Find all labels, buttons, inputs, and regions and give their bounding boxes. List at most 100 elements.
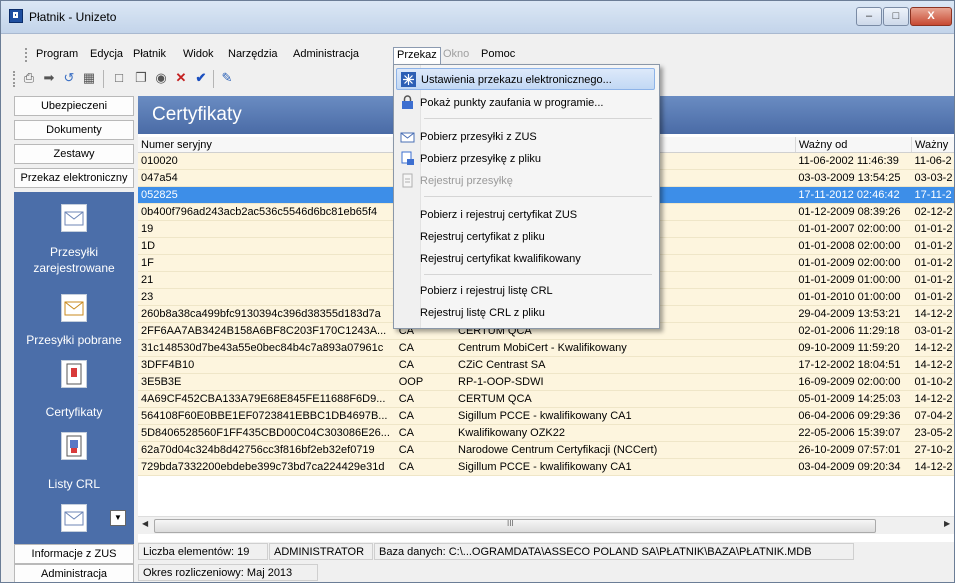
menu-platnik[interactable]: Płatnik (131, 48, 168, 60)
menu-administracja[interactable]: Administracja (291, 48, 361, 60)
column-header-wazny-od[interactable]: Ważny od (795, 137, 913, 153)
menu-item-rejestruj-certyfikat-kwalifikowany[interactable]: Rejestruj certyfikat kwalifikowany (396, 248, 655, 270)
menu-item-pobierz-przesylke-z-pliku[interactable]: Pobierz przesyłkę z pliku (396, 148, 655, 170)
menu-okno[interactable]: Okno (441, 48, 471, 60)
nav-zestawy-button[interactable]: Zestawy (14, 144, 134, 164)
nav-item-certyfikaty[interactable]: Certyfikaty (14, 404, 134, 420)
menu-item-ustawienia-przekazu[interactable]: Ustawienia przekazu elektronicznego... (396, 68, 655, 90)
menu-separator (424, 196, 652, 197)
table-cell-type: CA (395, 441, 455, 459)
menu-item-rejestruj-przesylke[interactable]: Rejestruj przesyłkę (396, 170, 655, 192)
downloaded-shipments-icon[interactable] (61, 294, 87, 322)
menu-item-pobierz-i-rejestruj-certyfikat-zus[interactable]: Pobierz i rejestruj certyfikat ZUS (396, 204, 655, 226)
table-cell-valid-from: 02-01-2006 11:29:18 (795, 322, 912, 340)
table-cell-valid-to: 23-05-2 (911, 424, 954, 442)
table-cell-valid-from: 16-09-2009 02:00:00 (795, 373, 912, 391)
close-button[interactable]: X (910, 7, 952, 26)
column-header-numer-seryjny[interactable]: Numer seryjny (138, 137, 397, 153)
export-icon[interactable]: ➡ (41, 70, 57, 86)
table-cell-serial: 729bda7332200ebdebe399c73bd7ca224429e31d (138, 458, 396, 476)
status-database: Baza danych: C:\...OGRAMDATA\ASSECO POLA… (374, 543, 854, 560)
nav-item-przesylki-zarejestrowane[interactable]: Przesyłki zarejestrowane (14, 244, 134, 276)
table-cell-name: CZiC Centrast SA (455, 356, 796, 374)
nav-ubezpieczeni-button[interactable]: Ubezpieczeni (14, 96, 134, 116)
table-cell-valid-from: 09-10-2009 11:59:20 (795, 339, 912, 357)
table-cell-name: Sigillum PCCE - kwalifikowany CA1 (455, 407, 796, 425)
menu-item-pobierz-przesylki-z-zus[interactable]: Pobierz przesyłki z ZUS (396, 126, 655, 148)
new-icon[interactable]: □ (111, 70, 127, 86)
menu-edycja[interactable]: Edycja (88, 48, 125, 60)
nav-item-listy-crl[interactable]: Listy CRL (14, 476, 134, 492)
table-cell-valid-to: 07-04-2 (911, 407, 954, 425)
scroll-left-arrow-icon[interactable]: ◀ (142, 519, 148, 528)
table-cell-valid-to: 14-12-2 (911, 390, 954, 408)
title-bar[interactable]: Płatnik - Unizeto – □ X (1, 1, 954, 34)
table-row[interactable]: 5D8406528560F1FF435CBD00C04C303086E26...… (138, 424, 954, 442)
menu-item-rejestruj-certyfikat-z-pliku[interactable]: Rejestruj certyfikat z pliku (396, 226, 655, 248)
nav-informacje-z-zus-button[interactable]: Informacje z ZUS (14, 544, 134, 564)
table-cell-type: CA (395, 339, 455, 357)
table-cell-valid-from: 01-12-2009 08:39:26 (795, 203, 912, 221)
table-row[interactable]: 62a70d04c324b8d42756cc3f816bf2eb32ef0719… (138, 441, 954, 459)
table-cell-valid-from: 06-04-2006 09:29:36 (795, 407, 912, 425)
import-icon[interactable]: ↺ (61, 70, 77, 86)
table-row[interactable]: 3E5B3E OOP RP-1-OOP-SDWI 16-09-2009 02:00:0… (138, 373, 954, 391)
table-cell-serial: 3E5B3E (138, 373, 396, 391)
table-row[interactable]: 4A69CF452CBA133A79E68E845FE11688F6D9... C… (138, 390, 954, 408)
table-cell-valid-from: 01-01-2007 02:00:00 (795, 220, 912, 238)
menu-przekaz[interactable]: Przekaz (393, 47, 441, 65)
status-user: ADMINISTRATOR (269, 543, 373, 560)
maximize-button[interactable]: □ (883, 7, 909, 26)
menu-item-pobierz-i-rejestruj-liste-crl[interactable]: Pobierz i rejestruj listę CRL (396, 280, 655, 302)
nav-item-przesylki-pobrane[interactable]: Przesyłki pobrane (14, 332, 134, 348)
print-icon[interactable]: ⎙ (21, 70, 37, 86)
menu-item-pokaz-punkty-zaufania[interactable]: Pokaż punkty zaufania w programie... (396, 92, 655, 114)
outgoing-shipment-icon[interactable] (61, 504, 87, 532)
table-cell-name: Kwalifikowany OZK22 (455, 424, 796, 442)
registered-shipments-icon[interactable] (61, 204, 87, 232)
edit-icon[interactable]: ✎ (219, 70, 235, 86)
menu-item-rejestruj-liste-crl-z-pliku[interactable]: Rejestruj listę CRL z pliku (396, 302, 655, 324)
horizontal-scrollbar[interactable]: ◀ III ▶ (138, 516, 954, 534)
check-icon[interactable]: ✔ (193, 70, 209, 86)
table-cell-serial: 4A69CF452CBA133A79E68E845FE11688F6D9... (138, 390, 396, 408)
table-cell-serial: 3DFF4B10 (138, 356, 396, 374)
table-row[interactable]: 564108F60E0BBE1EF0723841EBBC1DB4697B... C… (138, 407, 954, 425)
nav-dokumenty-button[interactable]: Dokumenty (14, 120, 134, 140)
status-bar: Liczba elementów: 19 ADMINISTRATOR Baza … (138, 542, 954, 562)
toolbar-separator (213, 70, 214, 88)
menu-widok[interactable]: Widok (181, 48, 216, 60)
scroll-right-arrow-icon[interactable]: ▶ (944, 519, 950, 528)
nav-administracja-button[interactable]: Administracja (14, 564, 134, 582)
lock-icon (402, 95, 413, 109)
platnik-app-icon (9, 9, 23, 23)
toolbar-grip (13, 71, 18, 87)
delete-icon[interactable]: ✕ (173, 70, 189, 86)
view-icon[interactable]: ◉ (153, 70, 169, 86)
nav-scroll-down-button[interactable]: ▼ (110, 510, 126, 526)
minimize-button[interactable]: – (856, 7, 882, 26)
table-cell-valid-from: 22-05-2006 15:39:07 (795, 424, 912, 442)
certificates-icon[interactable] (61, 360, 87, 388)
menu-pomoc[interactable]: Pomoc (479, 48, 517, 60)
menu-program[interactable]: Program (34, 48, 80, 60)
table-row[interactable]: 729bda7332200ebdebe399c73bd7ca224429e31d… (138, 458, 954, 476)
table-cell-valid-from: 01-01-2009 01:00:00 (795, 271, 912, 289)
menu-narzedzia[interactable]: Narzędzia (226, 48, 280, 60)
table-cell-valid-to: 03-01-2 (911, 322, 954, 340)
table-row[interactable]: 31c148530d7be43a55e0bec84b4c7a893a07961c… (138, 339, 954, 357)
scrollbar-thumb[interactable]: III (154, 519, 876, 533)
table-cell-type: CA (395, 356, 455, 374)
copy-icon[interactable]: ❐ (133, 70, 149, 86)
file-import-icon (401, 151, 414, 165)
menubar-grip (25, 48, 30, 62)
properties-icon[interactable]: ▦ (81, 70, 97, 86)
nav-przekaz-elektroniczny-button[interactable]: Przekaz elektroniczny (14, 168, 134, 188)
column-header-wazny-do[interactable]: Ważny (911, 137, 954, 153)
table-row[interactable]: 3DFF4B10 CA CZiC Centrast SA 17-12-2002 18:… (138, 356, 954, 374)
crl-lists-icon[interactable] (61, 432, 87, 460)
table-cell-valid-to: 03-03-2 (911, 169, 954, 187)
envelope-download-icon (400, 132, 415, 143)
table-cell-serial: 010020 (138, 152, 396, 170)
window-title: Płatnik - Unizeto (29, 10, 117, 24)
